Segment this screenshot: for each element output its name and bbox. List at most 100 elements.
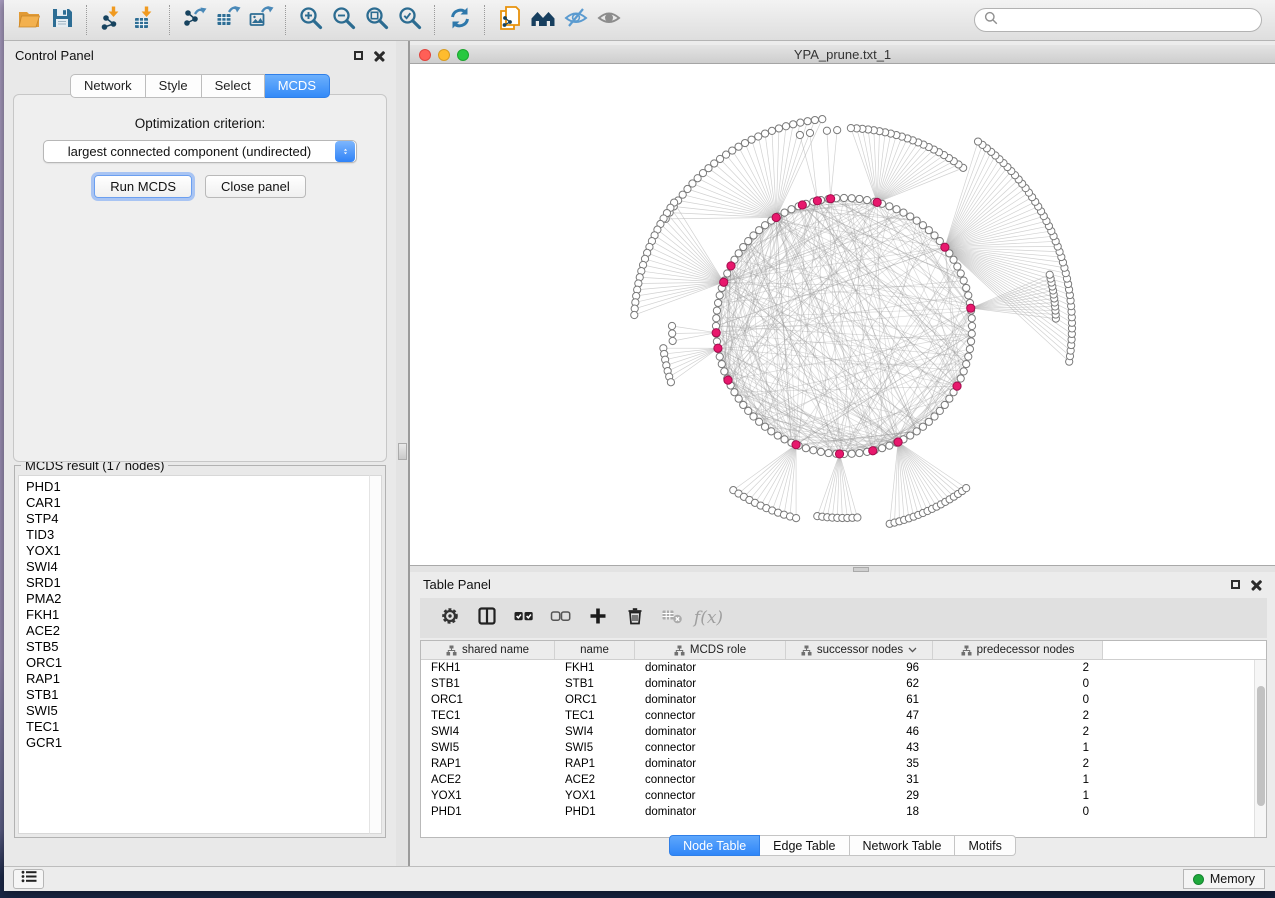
import-network-button[interactable] (95, 5, 128, 36)
clone-network-button[interactable] (493, 5, 526, 36)
table-row[interactable]: SWI4SWI4dominator462 (421, 724, 1266, 740)
mcds-node-item[interactable]: SWI4 (26, 559, 369, 575)
network-window-titlebar[interactable]: YPA_prune.txt_1 (410, 45, 1275, 64)
import-table-button[interactable] (128, 5, 161, 36)
table-row[interactable]: STB1STB1dominator620 (421, 676, 1266, 692)
show-all-button[interactable] (592, 5, 625, 36)
tab-style[interactable]: Style (146, 74, 202, 98)
save-icon (49, 5, 75, 36)
import-network-icon (99, 5, 125, 36)
tab-edge-table[interactable]: Edge Table (760, 835, 849, 856)
delete-column-button[interactable] (616, 604, 653, 632)
window-minimize-icon[interactable] (438, 49, 450, 61)
mcds-node-item[interactable]: STB5 (26, 639, 369, 655)
close-panel-button[interactable] (374, 50, 385, 61)
table-row[interactable]: PHD1PHD1dominator180 (421, 804, 1266, 820)
memory-button[interactable]: Memory (1183, 869, 1265, 889)
mcds-node-item[interactable]: FKH1 (26, 607, 369, 623)
export-table-button[interactable] (211, 5, 244, 36)
refresh-button[interactable] (443, 5, 476, 36)
window-close-icon[interactable] (419, 49, 431, 61)
table-row[interactable]: YOX1YOX1connector291 (421, 788, 1266, 804)
table-row[interactable]: FKH1FKH1dominator962 (421, 660, 1266, 676)
table-row[interactable]: SWI5SWI5connector431 (421, 740, 1266, 756)
column-header-name[interactable]: name (555, 641, 635, 659)
search-box[interactable] (974, 8, 1262, 32)
open-folder-icon (16, 5, 42, 36)
refresh-icon (447, 5, 473, 36)
cell-shared-name: RAP1 (421, 758, 555, 770)
column-header-shared-name[interactable]: shared name (421, 641, 555, 659)
mcds-node-item[interactable]: PHD1 (26, 479, 369, 495)
float-panel-button[interactable] (354, 51, 363, 60)
show-columns-button[interactable] (468, 604, 505, 632)
cell-successors: 61 (786, 694, 933, 706)
zoom-selected-button[interactable] (393, 5, 426, 36)
column-header-predecessor-nodes[interactable]: predecessor nodes (933, 641, 1103, 659)
table-row[interactable]: ORC1ORC1dominator610 (421, 692, 1266, 708)
tab-network-table[interactable]: Network Table (850, 835, 956, 856)
table-scrollbar[interactable] (1254, 660, 1266, 837)
mcds-node-item[interactable]: CAR1 (26, 495, 369, 511)
tree-icon (961, 645, 972, 656)
save-session-button[interactable] (45, 5, 78, 36)
column-header-successor-nodes[interactable]: successor nodes (786, 641, 933, 659)
close-panel-button[interactable] (1251, 579, 1262, 590)
mcds-node-item[interactable]: YOX1 (26, 543, 369, 559)
destroy-table-button[interactable] (653, 604, 690, 632)
network-graph (410, 64, 1275, 565)
add-column-button[interactable] (579, 604, 616, 632)
mcds-node-item[interactable]: STB1 (26, 687, 369, 703)
open-file-button[interactable] (12, 5, 45, 36)
mcds-node-item[interactable]: RAP1 (26, 671, 369, 687)
scrollbar-thumb[interactable] (1257, 686, 1265, 806)
mcds-node-item[interactable]: ORC1 (26, 655, 369, 671)
column-header-mcds-role[interactable]: MCDS role (635, 641, 786, 659)
table-settings-button[interactable] (431, 604, 468, 632)
zoom-in-button[interactable] (294, 5, 327, 36)
table-row[interactable]: RAP1RAP1dominator352 (421, 756, 1266, 772)
search-input[interactable] (1004, 13, 1252, 27)
window-zoom-icon[interactable] (457, 49, 469, 61)
tab-select[interactable]: Select (202, 74, 265, 98)
run-mcds-button[interactable]: Run MCDS (94, 175, 192, 198)
splitter-grip[interactable] (398, 443, 407, 460)
criterion-dropdown[interactable]: largest connected component (undirected) (43, 140, 357, 163)
deselect-all-button[interactable] (542, 604, 579, 632)
table-row[interactable]: ACE2ACE2connector311 (421, 772, 1266, 788)
zoom-fit-button[interactable] (360, 5, 393, 36)
mcds-node-item[interactable]: SRD1 (26, 575, 369, 591)
export-image-button[interactable] (244, 5, 277, 36)
cell-name: PHD1 (555, 806, 635, 818)
select-all-button[interactable] (505, 604, 542, 632)
mcds-node-item[interactable]: ACE2 (26, 623, 369, 639)
close-panel-button-inner[interactable]: Close panel (205, 175, 306, 198)
toolbar-separator (285, 5, 286, 35)
first-neighbors-button[interactable] (526, 5, 559, 36)
tab-mcds[interactable]: MCDS (265, 74, 330, 98)
mcds-list-scrollbar[interactable] (369, 475, 382, 834)
zoom-out-button[interactable] (327, 5, 360, 36)
tab-network[interactable]: Network (70, 74, 146, 98)
tab-motifs[interactable]: Motifs (955, 835, 1015, 856)
mcds-node-item[interactable]: TEC1 (26, 719, 369, 735)
mcds-node-item[interactable]: PMA2 (26, 591, 369, 607)
mcds-node-item[interactable]: SWI5 (26, 703, 369, 719)
memory-status-icon (1193, 874, 1204, 885)
function-builder-button[interactable]: f(x) (690, 604, 727, 632)
toolbar-separator (434, 5, 435, 35)
mcds-node-item[interactable]: STP4 (26, 511, 369, 527)
table-row[interactable]: TEC1TEC1connector472 (421, 708, 1266, 724)
horizontal-splitter[interactable] (410, 565, 1275, 572)
cell-name: ORC1 (555, 694, 635, 706)
hide-selected-button[interactable] (559, 5, 592, 36)
vertical-splitter[interactable] (396, 41, 410, 866)
status-menu-button[interactable] (13, 869, 44, 889)
float-panel-button[interactable] (1231, 580, 1240, 589)
tab-node-table[interactable]: Node Table (669, 835, 760, 856)
mcds-node-item[interactable]: TID3 (26, 527, 369, 543)
network-canvas[interactable] (410, 64, 1275, 565)
export-network-button[interactable] (178, 5, 211, 36)
plus-icon (588, 606, 608, 631)
mcds-node-item[interactable]: GCR1 (26, 735, 369, 751)
